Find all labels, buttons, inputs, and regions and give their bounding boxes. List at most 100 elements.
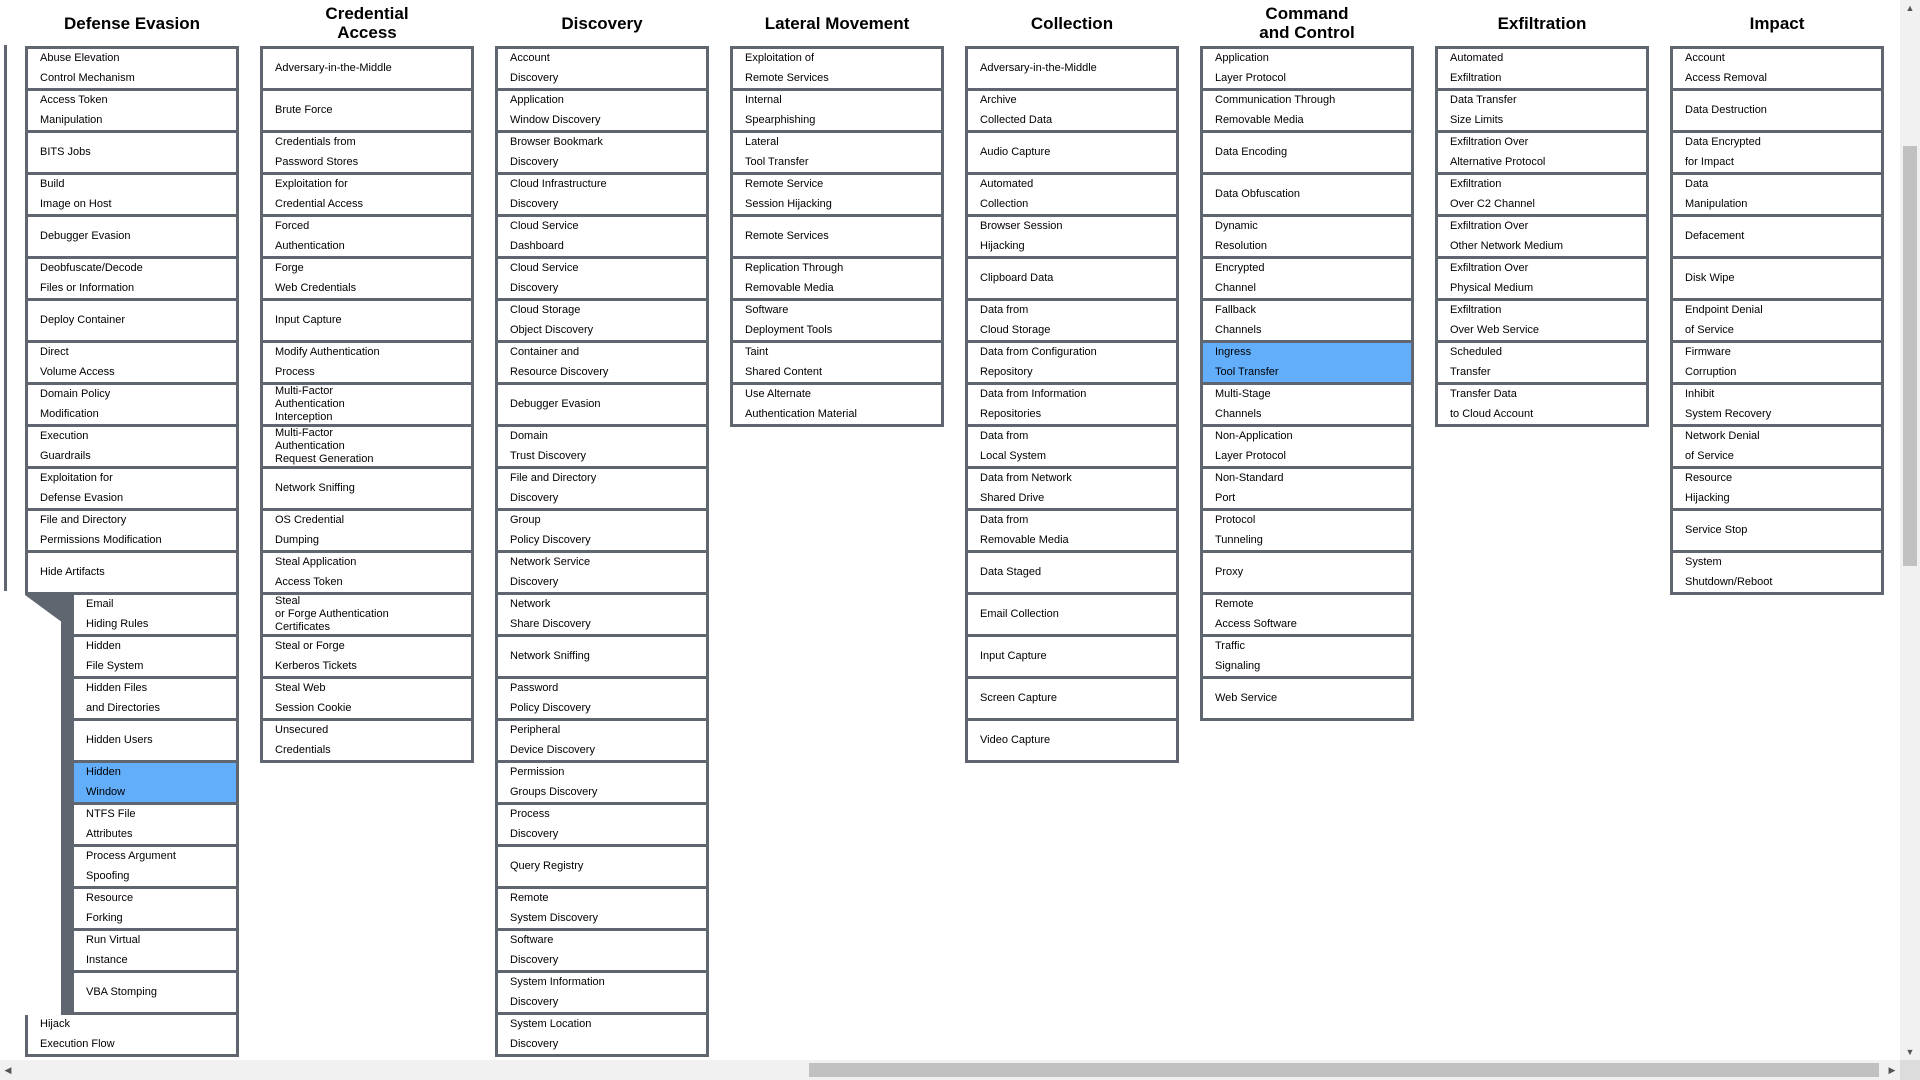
technique-cell[interactable]: Screen Capture: [965, 679, 1179, 721]
tactic-title[interactable]: Exfiltration: [1435, 0, 1649, 46]
technique-cell[interactable]: Communication Through Removable Media: [1200, 91, 1414, 133]
subtechnique-cell[interactable]: Hidden Window: [71, 763, 239, 805]
technique-cell[interactable]: Service Stop: [1670, 511, 1884, 553]
technique-cell[interactable]: Steal or Forge Kerberos Tickets: [260, 637, 474, 679]
horizontal-scroll-thumb[interactable]: [809, 1063, 1879, 1077]
technique-cell[interactable]: Data from Removable Media: [965, 511, 1179, 553]
technique-cell[interactable]: Multi-Stage Channels: [1200, 385, 1414, 427]
scroll-up-icon[interactable]: ▲: [1900, 0, 1920, 16]
technique-cell[interactable]: Data from Configuration Repository: [965, 343, 1179, 385]
tactic-title[interactable]: Command and Control: [1200, 0, 1414, 46]
subtechnique-cell[interactable]: Hidden File System: [71, 637, 239, 679]
technique-cell[interactable]: Audio Capture: [965, 133, 1179, 175]
technique-cell[interactable]: Endpoint Denial of Service: [1670, 301, 1884, 343]
technique-cell[interactable]: Email Collection: [965, 595, 1179, 637]
technique-cell[interactable]: Debugger Evasion: [25, 217, 239, 259]
technique-cell[interactable]: Network Service Discovery: [495, 553, 709, 595]
technique-cell[interactable]: Direct Volume Access: [25, 343, 239, 385]
tactic-title[interactable]: Discovery: [495, 0, 709, 46]
technique-cell[interactable]: Browser Bookmark Discovery: [495, 133, 709, 175]
technique-cell[interactable]: Data from Local System: [965, 427, 1179, 469]
technique-cell[interactable]: Software Discovery: [495, 931, 709, 973]
subtechnique-cell[interactable]: Resource Forking: [71, 889, 239, 931]
technique-cell[interactable]: Automated Exfiltration: [1435, 46, 1649, 91]
technique-cell[interactable]: Remote Service Session Hijacking: [730, 175, 944, 217]
technique-cell[interactable]: Access Token Manipulation: [25, 91, 239, 133]
technique-cell[interactable]: Ingress Tool Transfer: [1200, 343, 1414, 385]
technique-cell[interactable]: Input Capture: [965, 637, 1179, 679]
horizontal-scrollbar[interactable]: ◀ ▶: [0, 1060, 1900, 1080]
technique-cell[interactable]: Resource Hijacking: [1670, 469, 1884, 511]
tactic-title[interactable]: Impact: [1670, 0, 1884, 46]
tactic-title[interactable]: Collection: [965, 0, 1179, 46]
technique-cell[interactable]: Exfiltration Over Web Service: [1435, 301, 1649, 343]
technique-cell[interactable]: Data from Information Repositories: [965, 385, 1179, 427]
technique-cell[interactable]: Network Denial of Service: [1670, 427, 1884, 469]
technique-cell[interactable]: System Location Discovery: [495, 1015, 709, 1057]
technique-cell[interactable]: Process Discovery: [495, 805, 709, 847]
technique-cell[interactable]: Data Transfer Size Limits: [1435, 91, 1649, 133]
technique-cell[interactable]: Application Window Discovery: [495, 91, 709, 133]
technique-cell[interactable]: Archive Collected Data: [965, 91, 1179, 133]
technique-cell[interactable]: Dynamic Resolution: [1200, 217, 1414, 259]
technique-cell[interactable]: Traffic Signaling: [1200, 637, 1414, 679]
technique-cell[interactable]: Exfiltration Over Alternative Protocol: [1435, 133, 1649, 175]
technique-cell[interactable]: Exfiltration Over C2 Channel: [1435, 175, 1649, 217]
technique-cell[interactable]: Clipboard Data: [965, 259, 1179, 301]
technique-cell[interactable]: Cloud Infrastructure Discovery: [495, 175, 709, 217]
technique-cell[interactable]: Steal Application Access Token: [260, 553, 474, 595]
technique-cell[interactable]: OS Credential Dumping: [260, 511, 474, 553]
technique-cell[interactable]: Cloud Service Dashboard: [495, 217, 709, 259]
technique-cell[interactable]: Data Encoding: [1200, 133, 1414, 175]
technique-cell[interactable]: Input Capture: [260, 301, 474, 343]
tactic-title[interactable]: Lateral Movement: [730, 0, 944, 46]
subtechnique-cell[interactable]: Process Argument Spoofing: [71, 847, 239, 889]
technique-cell[interactable]: Exfiltration Over Other Network Medium: [1435, 217, 1649, 259]
technique-cell[interactable]: Peripheral Device Discovery: [495, 721, 709, 763]
technique-cell[interactable]: Disk Wipe: [1670, 259, 1884, 301]
technique-cell[interactable]: Password Policy Discovery: [495, 679, 709, 721]
subtechnique-expand-icon[interactable]: [25, 595, 74, 631]
technique-cell[interactable]: Network Share Discovery: [495, 595, 709, 637]
technique-cell[interactable]: Domain Trust Discovery: [495, 427, 709, 469]
technique-cell[interactable]: System Shutdown/Reboot: [1670, 553, 1884, 595]
technique-cell[interactable]: Non-Application Layer Protocol: [1200, 427, 1414, 469]
technique-cell[interactable]: Domain Policy Modification: [25, 385, 239, 427]
technique-cell[interactable]: Network Sniffing: [260, 469, 474, 511]
scroll-down-icon[interactable]: ▼: [1900, 1044, 1920, 1060]
technique-cell[interactable]: Network Sniffing: [495, 637, 709, 679]
technique-cell[interactable]: Deploy Container: [25, 301, 239, 343]
technique-cell[interactable]: Data from Network Shared Drive: [965, 469, 1179, 511]
technique-cell[interactable]: Proxy: [1200, 553, 1414, 595]
tactic-title[interactable]: Credential Access: [260, 0, 474, 46]
vertical-scroll-thumb[interactable]: [1903, 146, 1917, 566]
technique-cell[interactable]: Data from Cloud Storage: [965, 301, 1179, 343]
subtechnique-cell[interactable]: Hidden Files and Directories: [71, 679, 239, 721]
technique-cell[interactable]: Non-Standard Port: [1200, 469, 1414, 511]
technique-cell[interactable]: Exploitation for Defense Evasion: [25, 469, 239, 511]
technique-cell[interactable]: Hijack Execution Flow: [25, 1015, 239, 1057]
technique-cell[interactable]: Group Policy Discovery: [495, 511, 709, 553]
technique-cell[interactable]: Multi-Factor Authentication Interception: [260, 385, 474, 427]
technique-cell[interactable]: Remote Services: [730, 217, 944, 259]
technique-cell[interactable]: Query Registry: [495, 847, 709, 889]
technique-cell[interactable]: Forge Web Credentials: [260, 259, 474, 301]
technique-cell[interactable]: File and Directory Permissions Modificat…: [25, 511, 239, 553]
technique-cell[interactable]: Container and Resource Discovery: [495, 343, 709, 385]
technique-cell[interactable]: Web Service: [1200, 679, 1414, 721]
technique-cell[interactable]: Steal Web Session Cookie: [260, 679, 474, 721]
technique-cell[interactable]: Exploitation of Remote Services: [730, 46, 944, 91]
technique-cell[interactable]: Permission Groups Discovery: [495, 763, 709, 805]
technique-cell[interactable]: Exploitation for Credential Access: [260, 175, 474, 217]
tactic-title[interactable]: Defense Evasion: [25, 0, 239, 46]
technique-cell[interactable]: Execution Guardrails: [25, 427, 239, 469]
subtechnique-cell[interactable]: NTFS File Attributes: [71, 805, 239, 847]
technique-cell[interactable]: BITS Jobs: [25, 133, 239, 175]
technique-cell[interactable]: Firmware Corruption: [1670, 343, 1884, 385]
technique-cell[interactable]: Forced Authentication: [260, 217, 474, 259]
technique-cell[interactable]: Account Discovery: [495, 46, 709, 91]
technique-cell[interactable]: Credentials from Password Stores: [260, 133, 474, 175]
technique-cell[interactable]: Adversary-in-the-Middle: [965, 46, 1179, 91]
technique-cell[interactable]: Cloud Service Discovery: [495, 259, 709, 301]
technique-cell[interactable]: Cloud Storage Object Discovery: [495, 301, 709, 343]
